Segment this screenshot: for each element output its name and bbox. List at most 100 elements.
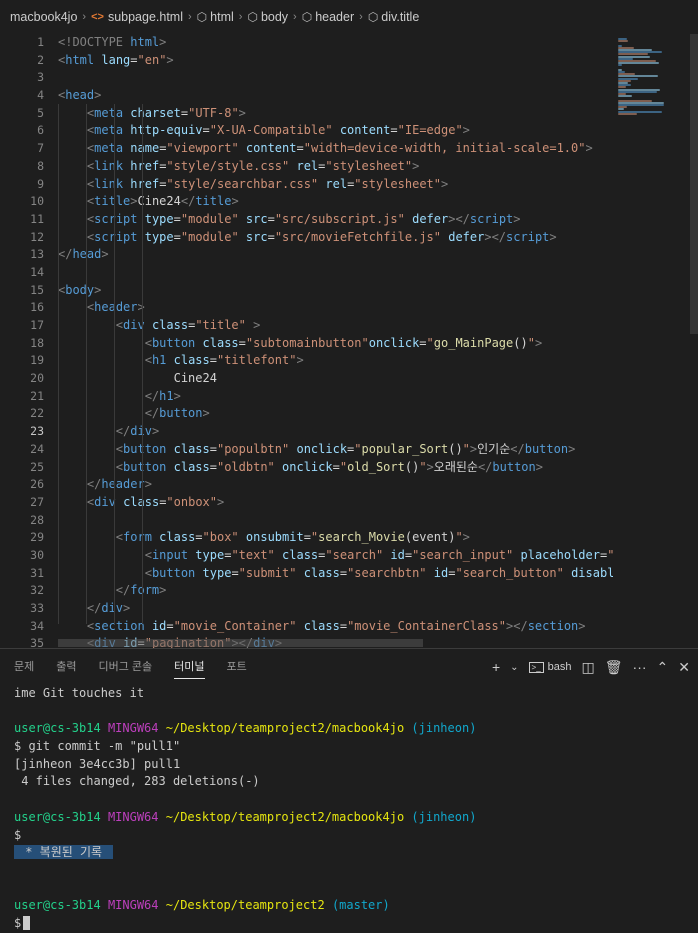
code-token: < — [115, 441, 124, 456]
code-token: </ — [115, 583, 131, 598]
code-token: "IE=edge" — [397, 123, 463, 138]
code-token: button — [159, 406, 203, 421]
line-number: 18 — [30, 335, 44, 350]
panel-tab[interactable]: 디버그 콘솔 — [99, 649, 153, 685]
minimap[interactable] — [612, 34, 690, 648]
code-token: = — [267, 211, 275, 226]
line-number: 16 — [30, 300, 44, 315]
line-number: 23 — [30, 424, 44, 439]
line-number: 8 — [37, 158, 44, 173]
code-token: > — [202, 406, 210, 421]
breadcrumb-item[interactable]: ⬡ html — [197, 10, 234, 24]
code-token: meta — [94, 105, 124, 120]
terminal-line: $ — [14, 915, 684, 933]
code-token: > — [441, 176, 449, 191]
code-token: content — [245, 141, 297, 156]
code-token: = — [180, 105, 189, 120]
terminal-text: 4 files changed, 283 deletions(-) — [14, 774, 260, 789]
code-token: = — [209, 353, 217, 368]
indent-guide — [142, 104, 143, 624]
breadcrumb-label: macbook4jo — [10, 10, 78, 24]
panel-tab[interactable]: 포트 — [227, 649, 247, 685]
code-token: = — [209, 459, 217, 474]
vertical-scrollbar[interactable] — [690, 34, 698, 334]
terminal-text: ~/Desktop/teamproject2/macbook4jo — [165, 721, 405, 736]
chevron-down-icon[interactable]: ⌄ — [510, 662, 518, 673]
code-token: class — [173, 441, 210, 456]
code-editor[interactable]: 1 2 3 4 5 6 7 8 9 10 11 12 13 14 15 16 17 18 19 20 21 22 23 24 2… — [0, 34, 698, 648]
code-token: "module" — [180, 211, 239, 226]
close-icon[interactable]: ✕ — [678, 659, 690, 676]
code-token: div — [94, 494, 116, 509]
code-line[interactable]: <head> — [58, 87, 613, 105]
code-token: < — [115, 530, 124, 545]
line-number: 30 — [30, 547, 44, 562]
code-token: button — [151, 335, 196, 350]
breadcrumb-item[interactable]: <> subpage.html — [91, 10, 183, 24]
plus-icon[interactable]: + — [492, 659, 500, 675]
code-token: </ — [58, 247, 73, 262]
code-line[interactable]: <html lang="en"> — [58, 52, 613, 70]
code-token: "searchbtn" — [347, 565, 427, 580]
code-token: meta — [94, 141, 124, 156]
code-token: " — [455, 530, 463, 545]
breadcrumb-item[interactable]: ⬡ div.title — [368, 10, 419, 24]
code-token: > — [151, 424, 160, 439]
line-number: 14 — [30, 264, 44, 279]
code-line[interactable]: <!DOCTYPE html> — [58, 34, 613, 52]
panel-tab[interactable]: 출력 — [56, 649, 76, 685]
code-token: > — [173, 388, 181, 403]
ellipsis-icon[interactable]: ··· — [633, 659, 647, 675]
code-token: < — [115, 318, 124, 332]
breadcrumb-item[interactable]: macbook4jo — [10, 10, 77, 24]
code-token: onclick — [368, 335, 420, 350]
code-token: "style/style.css" — [166, 158, 290, 173]
terminal-text: MINGW64 — [107, 721, 159, 736]
line-number: 11 — [30, 211, 44, 226]
terminal-text: user@cs-3b14 — [14, 898, 101, 913]
element-icon: ⬡ — [247, 10, 258, 24]
horizontal-scrollbar[interactable] — [58, 639, 423, 647]
code-token: " — [339, 459, 348, 474]
breadcrumb-item[interactable]: ⬡ header — [302, 10, 354, 24]
element-icon: ⬡ — [301, 10, 313, 24]
trash-icon[interactable]: 🗑 — [605, 659, 623, 676]
code-token: </ — [115, 424, 131, 439]
chevron-up-icon[interactable]: ⌃ — [657, 659, 669, 676]
code-token: () — [448, 441, 463, 456]
breadcrumb-item[interactable]: ⬡ body — [247, 10, 288, 24]
line-number: 1 — [37, 35, 44, 49]
panel-tab[interactable]: 터미널 — [174, 649, 205, 685]
terminal-text: (jinheon) — [411, 721, 477, 736]
code-token: head — [65, 88, 95, 103]
split-icon[interactable]: ◫ — [582, 659, 595, 676]
code-token: header — [94, 300, 138, 315]
code-line[interactable] — [58, 69, 613, 87]
line-number: 6 — [37, 123, 44, 138]
shell-selector[interactable]: >_ bash — [528, 661, 572, 673]
terminal-text: ~/Desktop/teamproject2 — [165, 898, 325, 913]
terminal-line: $ git commit -m "pull1" — [14, 738, 684, 756]
panel-tab[interactable]: 문제 — [14, 649, 34, 685]
terminal-output[interactable]: ime Git touches it user@cs-3b14 MINGW64 ~… — [0, 685, 698, 933]
code-token: class — [202, 335, 239, 350]
code-token: () — [404, 459, 420, 474]
code-token: </ — [144, 406, 160, 421]
line-number: 9 — [37, 176, 44, 191]
panel-actions: + ⌄ >_ bash ◫ 🗑 ··· ⌃ ✕ — [492, 649, 690, 685]
code-token: script — [469, 211, 514, 226]
code-token: = — [238, 335, 246, 350]
terminal-line: user@cs-3b14 MINGW64 ~/Desktop/teamproje… — [14, 809, 684, 827]
code-token: = — [173, 211, 181, 226]
code-token: "en" — [137, 52, 167, 67]
line-number: 32 — [30, 583, 44, 598]
